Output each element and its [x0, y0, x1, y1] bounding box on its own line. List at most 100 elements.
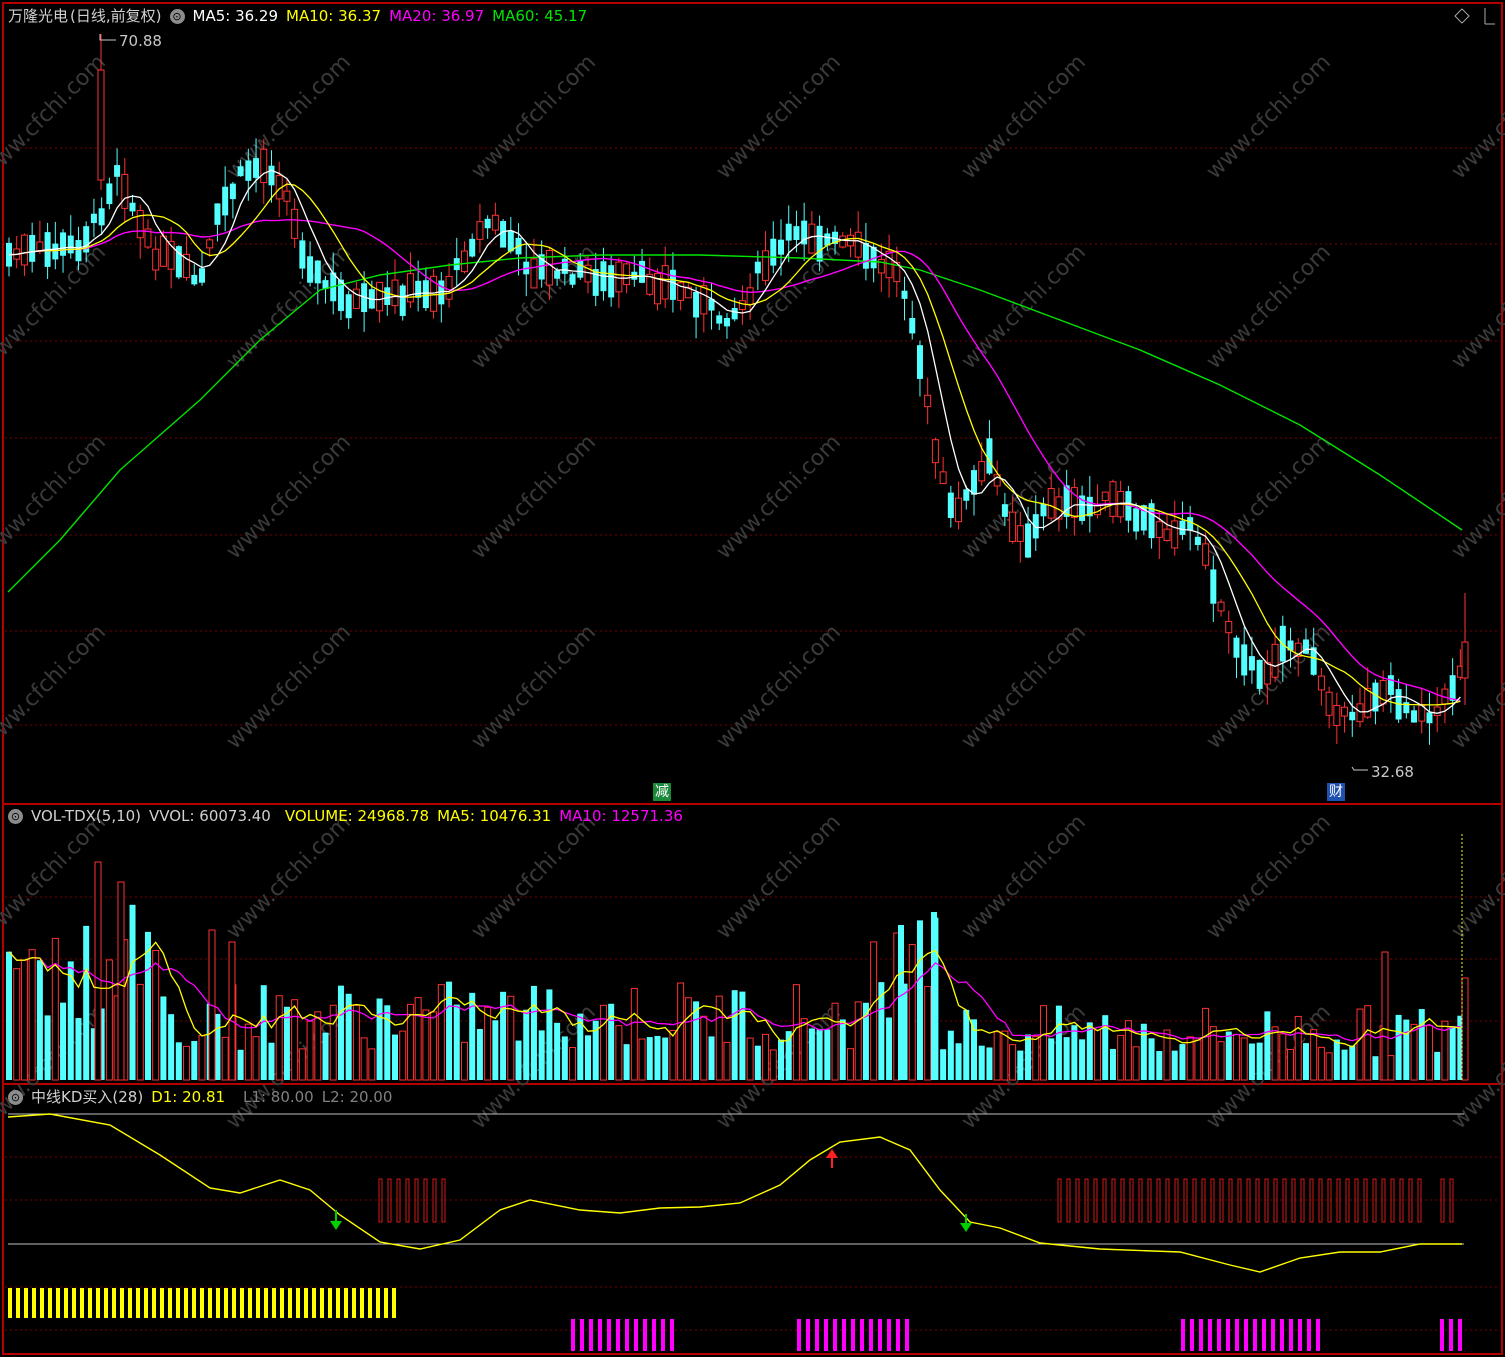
volume-bar-tall — [94, 861, 102, 1081]
kd-signal-bar — [652, 1319, 656, 1351]
kd-signal-bar — [643, 1319, 647, 1351]
settings-toggle-icon[interactable]: ⊙ — [169, 9, 185, 24]
kd-signal-bar — [232, 1288, 236, 1318]
volume-bar — [306, 1020, 314, 1081]
volume-bar — [1071, 1025, 1078, 1080]
kd-signal-bar — [360, 1288, 364, 1318]
volume-bar — [1148, 1038, 1155, 1080]
volume-bar — [1294, 1015, 1302, 1081]
volume-bar — [1232, 1033, 1240, 1081]
kd-signal-bar — [616, 1319, 620, 1351]
volume-bar — [484, 1006, 492, 1081]
kd-signal-bar — [1235, 1319, 1239, 1351]
volume-bar — [1387, 1055, 1395, 1081]
kd-signal-bar — [1280, 1319, 1284, 1351]
volume-bar — [1449, 1026, 1456, 1080]
volume-bar — [785, 1031, 792, 1080]
volume-bar — [1264, 1011, 1271, 1080]
volume-bar — [28, 949, 36, 1081]
reduce-marker[interactable]: 减 — [653, 783, 671, 801]
kd-signal-bar — [1244, 1319, 1248, 1351]
kd-signal-bar — [272, 1288, 276, 1318]
kd-signal-bar — [797, 1319, 801, 1351]
volume-bar — [1225, 1031, 1232, 1080]
kd-signal-bar — [264, 1288, 268, 1318]
candle — [1109, 479, 1117, 524]
volume-bar — [1086, 1022, 1093, 1080]
volume-bar — [1140, 1023, 1147, 1080]
volume-bar — [762, 1033, 770, 1081]
volume-bar — [291, 999, 299, 1081]
kd-signal-bar — [104, 1288, 108, 1318]
low-price-label: 32.68 — [1371, 763, 1414, 781]
volume-bar — [337, 985, 344, 1080]
volume-bar — [638, 1038, 646, 1081]
volume-bar — [808, 1028, 815, 1080]
volume-bar — [778, 1039, 784, 1080]
volume-bar — [1425, 1025, 1433, 1081]
volume-bar — [1372, 1056, 1379, 1080]
kd-signal-bar — [32, 1288, 36, 1318]
volume-bar — [260, 985, 267, 1080]
volume-bar — [1194, 1039, 1202, 1081]
volume-bar — [800, 1018, 808, 1081]
volume-bar — [129, 904, 136, 1080]
vol-indicator-name: VOL-TDX(5,10) — [31, 807, 142, 825]
kd-signal-bar — [1449, 1319, 1453, 1351]
volume-bar — [1055, 1005, 1062, 1080]
volume-bar — [430, 1011, 438, 1081]
volume-bar — [546, 989, 553, 1080]
volume-bar — [399, 1030, 407, 1081]
volume-bar — [1317, 1046, 1325, 1081]
kd-signal-bar — [589, 1319, 593, 1351]
kd-signal-bar — [88, 1288, 92, 1318]
volume-bar — [754, 1045, 761, 1080]
volume-bar — [669, 1030, 677, 1081]
kd-l2-value: L2: 20.00 — [321, 1088, 393, 1106]
volume-bar — [1240, 1037, 1248, 1081]
kd-signal-bar — [625, 1319, 629, 1351]
volume-bar — [839, 1019, 846, 1080]
volume-bar — [198, 1035, 206, 1081]
kd-signal-bar — [368, 1288, 372, 1318]
volume-bar — [252, 1036, 260, 1081]
kd-signal-bar — [571, 1319, 575, 1351]
volume-bar — [376, 998, 383, 1080]
kd-signal-bar — [24, 1288, 28, 1318]
kd-signal-bar — [878, 1319, 882, 1351]
volume-bar — [13, 968, 21, 1081]
kd-toggle-icon[interactable]: ⊙ — [8, 1090, 23, 1105]
volume-bar — [384, 1005, 391, 1080]
volume-bar — [1410, 1023, 1418, 1081]
kd-signal-bar — [806, 1319, 810, 1351]
ma5-value: MA5: 36.29 — [192, 7, 279, 25]
volume-bar — [105, 959, 113, 1081]
volume-bar — [298, 1048, 306, 1081]
vol-toggle-icon[interactable]: ⊙ — [8, 809, 23, 824]
volume-bar — [1256, 1042, 1263, 1080]
volume-bar — [623, 1044, 630, 1080]
volume-bar — [916, 920, 923, 1080]
volume-bar — [963, 1009, 970, 1080]
candle — [399, 283, 406, 321]
volume-bar — [36, 960, 43, 1080]
ma60-value: MA60: 45.17 — [492, 7, 588, 25]
volume-bar — [585, 1035, 591, 1080]
volume-bar — [20, 959, 28, 1081]
kd-signal-bar — [224, 1288, 228, 1318]
volume-bar — [1310, 1029, 1318, 1081]
kd-signal-bar — [580, 1319, 584, 1351]
volume-value: VOLUME: 24968.78 — [284, 807, 430, 825]
volume-bar — [392, 1034, 398, 1080]
volume-bar — [237, 1049, 244, 1080]
volume-bar — [1063, 1037, 1070, 1080]
volume-bar — [1325, 1052, 1333, 1081]
volume-bar — [144, 931, 151, 1080]
kd-signal-bar — [1458, 1319, 1462, 1351]
stock-chart[interactable]: www.cfchi.com www.cfchi.com www.cfchi.com w… — [0, 0, 1505, 1357]
kd-signal-bar — [661, 1319, 665, 1351]
kd-signal-bar — [288, 1288, 292, 1318]
finance-marker[interactable]: 财 — [1327, 783, 1345, 801]
vol-ma5-value: MA5: 10476.31 — [437, 807, 552, 825]
kd-signal-bar — [1289, 1319, 1293, 1351]
